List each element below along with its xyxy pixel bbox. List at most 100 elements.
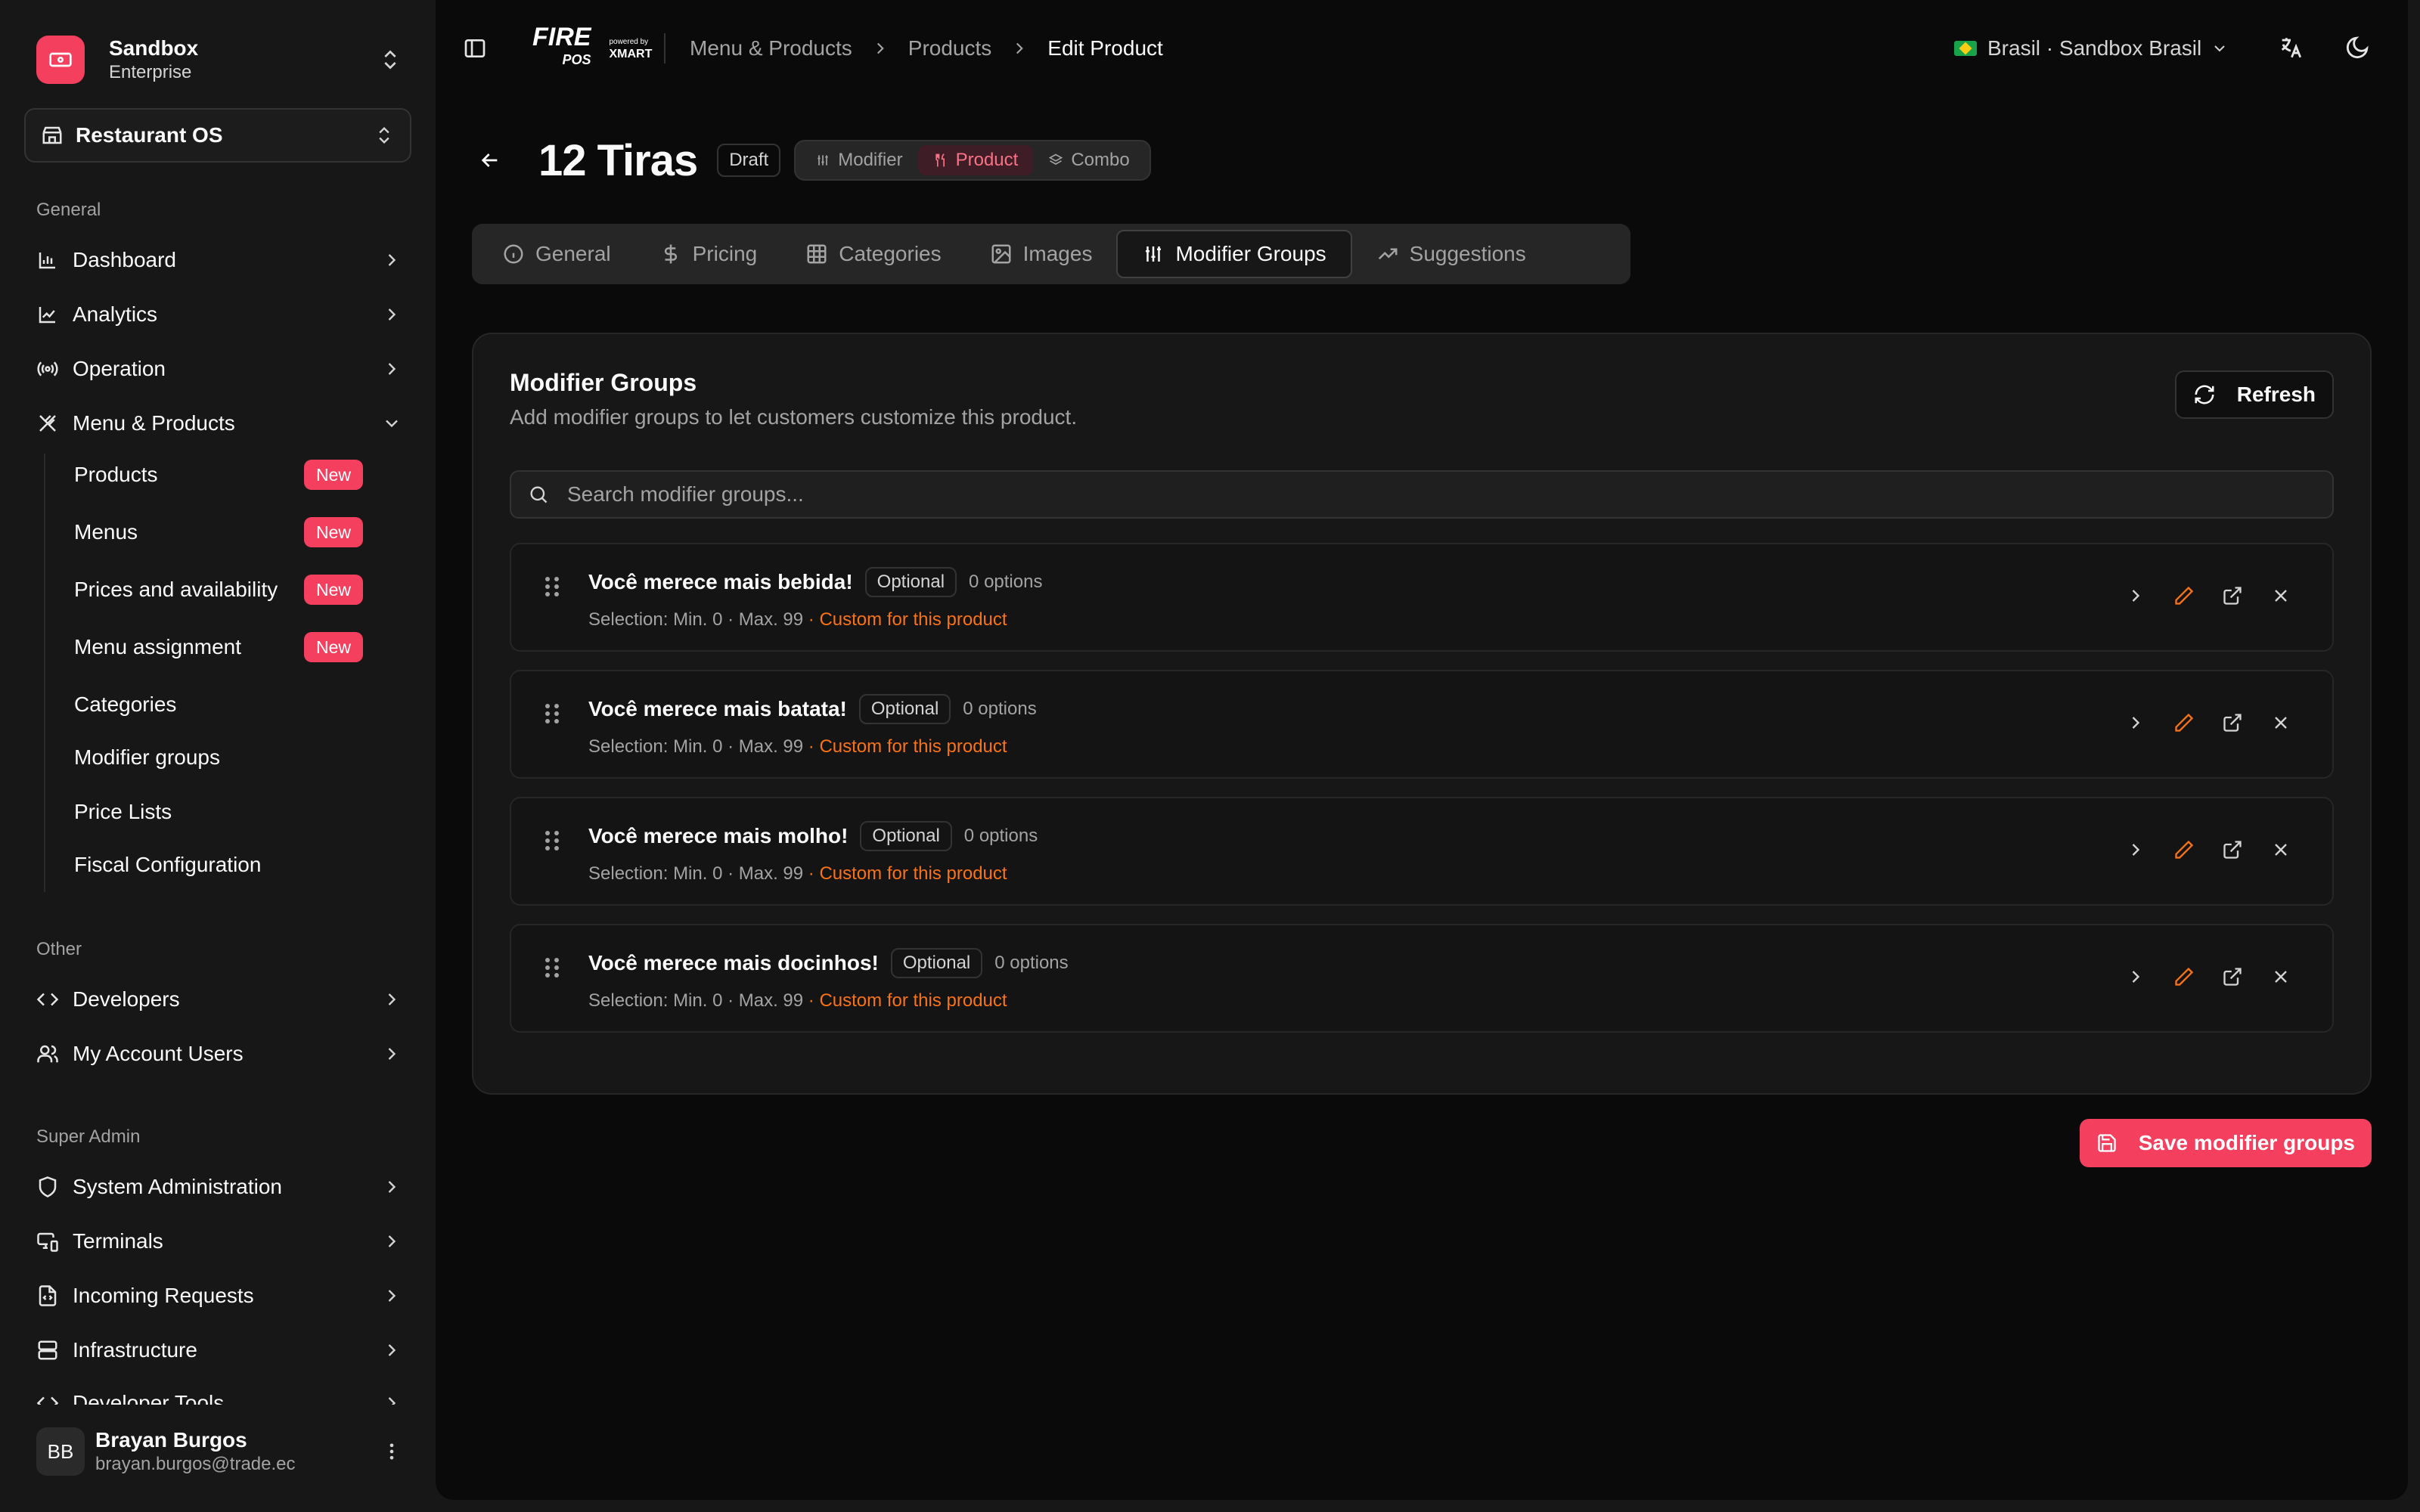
- tab-label: Pricing: [692, 242, 758, 265]
- sidebar-subitem-price-lists[interactable]: Price Lists: [74, 789, 363, 835]
- chevron-right-icon: [876, 42, 884, 54]
- expand-button[interactable]: [2111, 953, 2160, 1001]
- optional-badge: Optional: [890, 948, 983, 978]
- code-icon: [36, 1396, 59, 1405]
- edit-button[interactable]: [2160, 953, 2208, 1001]
- more-vertical-icon[interactable]: [381, 1441, 402, 1462]
- sidebar-item-my-account-users[interactable]: My Account Users: [36, 1031, 402, 1077]
- remove-button[interactable]: [2257, 826, 2305, 874]
- sidebar-item-operation[interactable]: Operation: [36, 346, 402, 392]
- org-switcher[interactable]: Sandbox Enterprise: [36, 32, 402, 88]
- expand-button[interactable]: [2111, 572, 2160, 620]
- sidebar-item-label: Menu & Products: [73, 411, 235, 435]
- sidebar-toggle-icon[interactable]: [463, 36, 487, 60]
- sidebar-subitem-categories[interactable]: Categories: [74, 682, 363, 727]
- modifier-group-row[interactable]: Você merece mais bebida! Optional 0 opti…: [510, 543, 2334, 652]
- breadcrumb-products[interactable]: Products: [908, 36, 992, 60]
- drag-handle-icon[interactable]: [543, 956, 561, 980]
- custom-note: · Custom for this product: [808, 990, 1007, 1011]
- close-icon: [2275, 971, 2287, 983]
- open-external-button[interactable]: [2208, 953, 2257, 1001]
- type-option-combo[interactable]: Combo: [1033, 145, 1144, 175]
- sidebar-item-dashboard[interactable]: Dashboard: [36, 237, 402, 283]
- close-icon: [2275, 717, 2287, 729]
- modifier-group-row[interactable]: Você merece mais batata! Optional 0 opti…: [510, 670, 2334, 779]
- sidebar-subitem-menus[interactable]: Menus New: [74, 510, 363, 555]
- refresh-button[interactable]: Refresh: [2174, 370, 2334, 419]
- refresh-label: Refresh: [2236, 383, 2316, 406]
- chevron-right-icon: [388, 1397, 396, 1405]
- back-arrow-icon[interactable]: [478, 148, 502, 172]
- type-option-label: Product: [955, 150, 1019, 170]
- edit-button[interactable]: [2160, 572, 2208, 620]
- type-option-product[interactable]: Product: [917, 145, 1034, 175]
- sidebar-item-analytics[interactable]: Analytics: [36, 292, 402, 337]
- type-option-modifier[interactable]: Modifier: [800, 145, 917, 175]
- edit-button[interactable]: [2160, 826, 2208, 874]
- sidebar-item-terminals[interactable]: Terminals: [36, 1219, 402, 1264]
- open-external-button[interactable]: [2208, 699, 2257, 747]
- languages-icon[interactable]: [2278, 35, 2304, 60]
- drag-handle-icon[interactable]: [543, 829, 561, 853]
- modifier-group-row[interactable]: Você merece mais docinhos! Optional 0 op…: [510, 924, 2334, 1033]
- drag-handle-icon[interactable]: [543, 575, 561, 599]
- sidebar-subitem-fiscal-configuration[interactable]: Fiscal Configuration: [74, 842, 363, 888]
- close-icon: [2275, 844, 2287, 856]
- layers-icon: [1049, 153, 1063, 165]
- remove-button[interactable]: [2257, 572, 2305, 620]
- tab-general[interactable]: General: [478, 230, 635, 278]
- sidebar-subitem-label: Modifier groups: [74, 745, 220, 769]
- sidebar-item-system-administration[interactable]: System Administration: [36, 1164, 402, 1210]
- chevron-down-icon: [2214, 45, 2225, 52]
- edit-button[interactable]: [2160, 699, 2208, 747]
- external-link-icon: [2223, 841, 2242, 859]
- tab-images[interactable]: Images: [966, 230, 1117, 278]
- chevron-right-icon: [1016, 42, 1024, 54]
- sidebar: Sandbox Enterprise Restaurant OS General…: [0, 0, 436, 1512]
- search-icon: [530, 486, 548, 503]
- chevron-right-icon: [388, 1181, 396, 1193]
- sidebar-subitem-menu-assignment[interactable]: Menu assignment New: [74, 624, 363, 670]
- options-count: 0 options: [969, 572, 1043, 592]
- chevron-right-icon: [388, 1235, 396, 1247]
- options-count: 0 options: [994, 953, 1069, 973]
- file-code-icon: [39, 1285, 57, 1306]
- save-icon: [2098, 1134, 2116, 1152]
- tab-modifier-groups[interactable]: Modifier Groups: [1116, 230, 1352, 278]
- open-external-button[interactable]: [2208, 826, 2257, 874]
- tab-pricing[interactable]: Pricing: [635, 230, 782, 278]
- tab-label: General: [535, 242, 611, 265]
- sidebar-subitem-prices-availability[interactable]: Prices and availability New: [74, 567, 363, 612]
- app-selector[interactable]: Restaurant OS: [24, 108, 411, 163]
- save-modifier-groups-button[interactable]: Save modifier groups: [2079, 1119, 2372, 1167]
- user-menu[interactable]: BB Brayan Burgos brayan.burgos@trade.ec: [36, 1424, 402, 1479]
- moon-icon[interactable]: [2344, 35, 2370, 60]
- drag-handle-icon[interactable]: [543, 702, 561, 726]
- product-type-switch: Modifier Product Combo: [794, 140, 1151, 181]
- expand-button[interactable]: [2111, 826, 2160, 874]
- tab-suggestions[interactable]: Suggestions: [1352, 230, 1550, 278]
- sidebar-subitem-modifier-groups[interactable]: Modifier groups: [74, 735, 363, 780]
- sidebar-item-menu-products[interactable]: Menu & Products: [36, 401, 402, 446]
- section-label-super-admin: Super Admin: [36, 1126, 141, 1147]
- chevron-right-icon: [388, 1344, 396, 1356]
- remove-button[interactable]: [2257, 953, 2305, 1001]
- open-external-button[interactable]: [2208, 572, 2257, 620]
- country-selector[interactable]: Brasil · Sandbox Brasil: [1954, 30, 2229, 67]
- sidebar-item-incoming-requests[interactable]: Incoming Requests: [36, 1273, 402, 1318]
- modifier-groups-card: Modifier Groups Add modifier groups to l…: [472, 333, 2372, 1095]
- sidebar-item-developer-tools[interactable]: Developer Tools: [36, 1380, 402, 1405]
- sidebar-item-infrastructure[interactable]: Infrastructure: [36, 1328, 402, 1373]
- tab-categories[interactable]: Categories: [781, 230, 965, 278]
- chevron-right-icon: [388, 1048, 396, 1060]
- expand-button[interactable]: [2111, 699, 2160, 747]
- breadcrumb-menu-products[interactable]: Menu & Products: [690, 36, 852, 60]
- brazil-flag-icon: [1954, 41, 1977, 56]
- modifier-group-row[interactable]: Você merece mais molho! Optional 0 optio…: [510, 797, 2334, 906]
- sidebar-item-developers[interactable]: Developers: [36, 977, 402, 1022]
- sidebar-subitem-products[interactable]: Products New: [74, 452, 363, 497]
- search-input[interactable]: [567, 482, 2080, 507]
- remove-button[interactable]: [2257, 699, 2305, 747]
- user-email: brayan.burgos@trade.ec: [95, 1454, 296, 1474]
- sidebar-item-label: System Administration: [73, 1175, 282, 1198]
